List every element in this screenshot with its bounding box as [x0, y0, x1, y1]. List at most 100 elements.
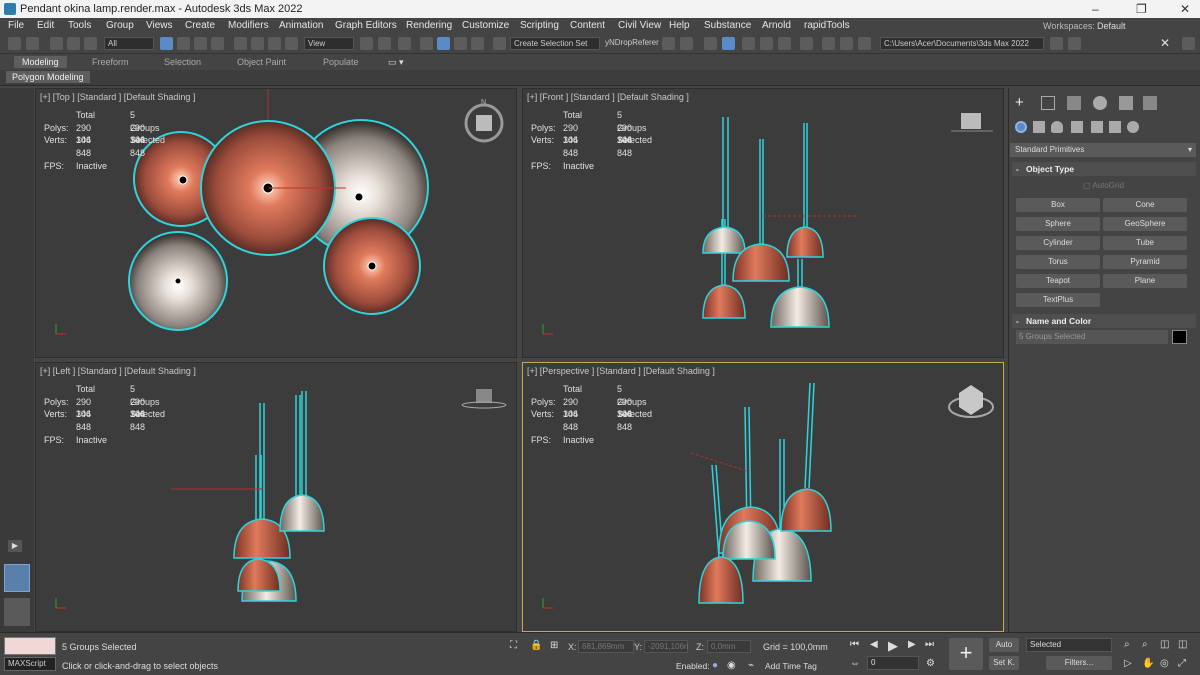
menu-scripting[interactable]: Scripting [520, 20, 559, 31]
rendered-frame-icon[interactable] [840, 37, 853, 50]
edit-named-sel-icon[interactable] [493, 37, 506, 50]
select-by-name-icon[interactable] [177, 37, 190, 50]
cameras-icon[interactable] [1071, 121, 1083, 133]
render-setup-icon[interactable] [822, 37, 835, 50]
pyramid-button[interactable]: Pyramid [1103, 255, 1187, 269]
link-icon[interactable] [50, 37, 63, 50]
display-tab-icon[interactable] [1119, 96, 1133, 110]
menu-modifiers[interactable]: Modifiers [228, 20, 269, 31]
zoom-extents-icon[interactable]: ◫ [1160, 639, 1169, 650]
menu-content[interactable]: Content [570, 20, 605, 31]
next-frame-icon[interactable]: ▶ [908, 639, 916, 650]
object-name-field[interactable]: 5 Groups Selected [1016, 330, 1168, 344]
undo-icon[interactable] [8, 37, 21, 50]
menu-substance[interactable]: Substance [704, 20, 751, 31]
viewport-front[interactable]: [+] [Front ] [Standard ] [Default Shadin… [522, 88, 1004, 358]
viewport-label-top[interactable]: [+] [Top ] [Standard ] [Default Shading … [40, 92, 195, 102]
scene-explorer-icon[interactable] [704, 37, 717, 50]
current-frame-field[interactable]: 0 [867, 656, 919, 670]
keyboard-shortcut-icon[interactable] [398, 37, 411, 50]
viewport-left[interactable]: [+] [Left ] [Standard ] [Default Shading… [35, 362, 517, 632]
goto-start-icon[interactable]: ⏮ [850, 639, 859, 650]
redo-icon[interactable] [26, 37, 39, 50]
time-tag-icon[interactable]: ◉ [727, 660, 736, 671]
zoom-all-icon[interactable]: ⌕ [1142, 639, 1148, 650]
tube-button[interactable]: Tube [1103, 236, 1187, 250]
angle-snap-icon[interactable] [437, 37, 450, 50]
curve-editor-icon[interactable] [760, 37, 773, 50]
named-selection-dropdown[interactable]: Create Selection Set [510, 37, 600, 50]
motion-tab-icon[interactable] [1093, 96, 1107, 110]
project-settings-icon[interactable] [1068, 37, 1081, 50]
prev-frame-icon[interactable]: ◀ [870, 639, 878, 650]
rotate-icon[interactable] [251, 37, 264, 50]
viewport-label-left[interactable]: [+] [Left ] [Standard ] [Default Shading… [40, 366, 196, 376]
menu-views[interactable]: Views [146, 20, 173, 31]
category-dropdown[interactable]: Standard Primitives ▾ [1010, 143, 1196, 157]
toggle-ribbon-icon[interactable] [742, 37, 755, 50]
project-path-dropdown[interactable]: C:\Users\Acer\Documents\3ds Max 2022 [880, 37, 1044, 50]
select-object-icon[interactable] [160, 37, 173, 50]
goto-end-icon[interactable]: ⏭ [925, 639, 934, 650]
rect-selection-icon[interactable] [194, 37, 207, 50]
menu-rendering[interactable]: Rendering [406, 20, 452, 31]
shapes-icon[interactable] [1033, 121, 1045, 133]
menu-rapidtools[interactable]: rapidTools [804, 20, 850, 31]
window-crossing-icon[interactable] [211, 37, 224, 50]
maximize-viewport-icon[interactable]: ⤢ [1178, 658, 1186, 669]
menu-tools[interactable]: Tools [68, 20, 91, 31]
toolbar-grip-icon[interactable] [1182, 37, 1195, 50]
tab-object-paint[interactable]: Object Paint [229, 56, 294, 68]
layout-quad-icon[interactable] [4, 564, 30, 592]
unlink-icon[interactable] [67, 37, 80, 50]
percent-snap-icon[interactable] [454, 37, 467, 50]
key-filters-button[interactable]: Filters... [1046, 656, 1112, 670]
utilities-tab-icon[interactable] [1143, 96, 1157, 110]
tab-populate[interactable]: Populate [315, 56, 367, 68]
zoom-icon[interactable]: ⌕ [1124, 639, 1130, 650]
menu-help[interactable]: Help [669, 20, 690, 31]
absolute-mode-icon[interactable]: ⊞ [550, 640, 558, 651]
key-mode-icon[interactable]: ⇔ [850, 658, 860, 669]
minimize-button[interactable]: – [1092, 2, 1099, 16]
textplus-button[interactable]: TextPlus [1016, 293, 1100, 307]
teapot-button[interactable]: Teapot [1016, 274, 1100, 288]
menu-graph-editors[interactable]: Graph Editors [335, 20, 397, 31]
bind-spacewarp-icon[interactable] [84, 37, 97, 50]
plane-button[interactable]: Plane [1103, 274, 1187, 288]
maxscript-label[interactable]: MAXScript [4, 657, 56, 671]
orbit-icon[interactable]: ◎ [1160, 658, 1169, 669]
expand-layout-icon[interactable]: ▶ [8, 540, 22, 552]
z-coordinate-field[interactable]: 0,0mm [707, 640, 751, 653]
torus-button[interactable]: Torus [1016, 255, 1100, 269]
selection-lock-icon[interactable]: 🔒 [530, 640, 542, 651]
helpers-icon[interactable] [1091, 121, 1103, 133]
tab-selection[interactable]: Selection [156, 56, 209, 68]
tab-freeform[interactable]: Freeform [84, 56, 137, 68]
restore-button[interactable]: ❐ [1136, 2, 1147, 16]
menu-group[interactable]: Group [106, 20, 134, 31]
scale-icon[interactable] [268, 37, 281, 50]
close-x-icon[interactable]: ✕ [1160, 37, 1173, 50]
geometry-icon[interactable] [1015, 121, 1027, 133]
selection-filter-dropdown[interactable]: All [104, 37, 154, 50]
ref-coord-dropdown[interactable]: View [304, 37, 354, 50]
menu-customize[interactable]: Customize [462, 20, 509, 31]
maxscript-listener-input[interactable] [4, 637, 56, 655]
auto-key-button[interactable]: Auto [989, 638, 1019, 652]
menu-arnold[interactable]: Arnold [762, 20, 791, 31]
box-button[interactable]: Box [1016, 198, 1100, 212]
time-config-icon[interactable]: ⚙ [926, 658, 935, 669]
y-coordinate-field[interactable]: -2091,106n [644, 640, 688, 653]
layout-single-icon[interactable] [4, 598, 30, 626]
menu-file[interactable]: File [8, 20, 24, 31]
sphere-button[interactable]: Sphere [1016, 217, 1100, 231]
workspaces-dropdown[interactable]: Default [1097, 21, 1126, 31]
create-tab-plus-icon[interactable]: + [1015, 95, 1029, 110]
set-key-plus-icon[interactable]: + [949, 638, 983, 670]
isolate-selection-icon[interactable]: ⛶ [510, 640, 517, 651]
select-manipulate-icon[interactable] [378, 37, 391, 50]
cylinder-button[interactable]: Cylinder [1016, 236, 1100, 250]
layer-explorer-icon[interactable] [722, 37, 735, 50]
modify-tab-icon[interactable] [1041, 96, 1055, 110]
